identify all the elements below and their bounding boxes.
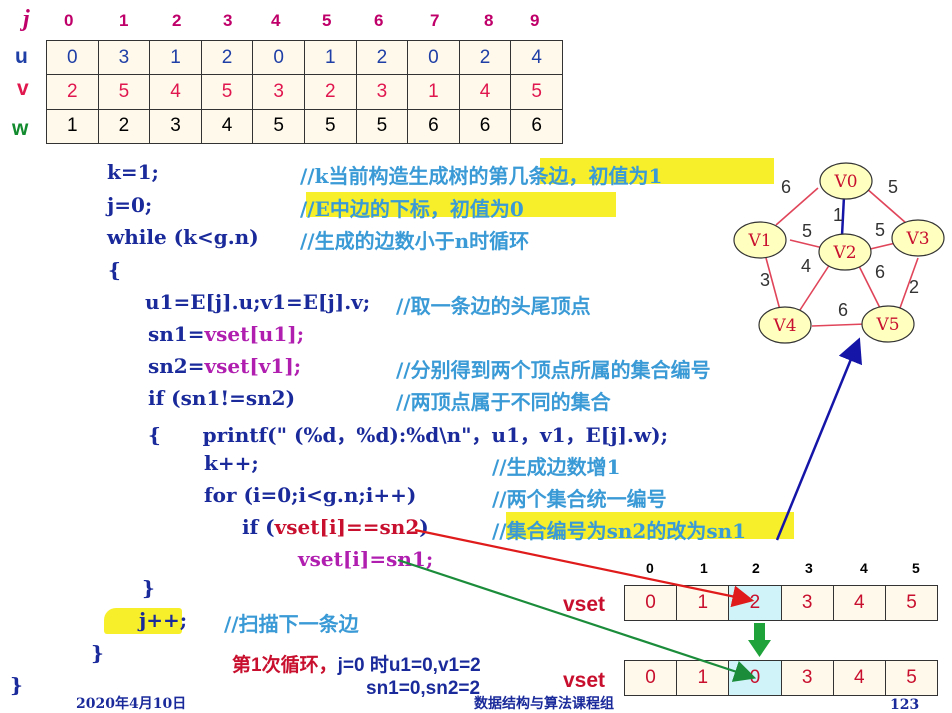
graph-node: V1	[733, 221, 787, 259]
graph-node-label: V1	[747, 231, 771, 251]
edge-v0-v3	[865, 187, 907, 224]
red-arrow	[414, 528, 755, 608]
edge-weight: 1	[833, 205, 843, 225]
graph-node: V0	[819, 162, 873, 200]
edge-weight: 6	[875, 262, 885, 282]
graph-node-label: V5	[875, 315, 899, 335]
edge-weight: 2	[909, 277, 919, 297]
edge-weight: 6	[838, 300, 848, 320]
edge-v1-v2	[789, 239, 824, 249]
edge-weight: 5	[875, 220, 885, 240]
green-arrow	[397, 558, 757, 682]
graph-node: V5	[861, 305, 915, 343]
edge-weight: 6	[781, 177, 791, 197]
graph-node-label: V3	[905, 229, 929, 249]
graph-node-label: V4	[772, 316, 796, 336]
graph-node: V2	[818, 233, 872, 271]
edge-v4-v5	[811, 323, 867, 327]
graph-overlay: V0 V1 V2 V3 V4 V5 6 5 1 5 5 4 6 3 6 2	[397, 162, 945, 682]
blue-arrow	[775, 337, 862, 541]
graph-node: V4	[758, 306, 812, 344]
edge-weight: 5	[888, 177, 898, 197]
down-arrow-icon	[748, 623, 771, 657]
graph-node-label: V0	[833, 172, 857, 192]
edge-weight: 5	[802, 221, 812, 241]
edge-weight: 4	[801, 256, 811, 276]
graph-node: V3	[891, 219, 945, 257]
graph-node-label: V2	[832, 243, 856, 263]
edge-weight: 3	[760, 270, 770, 290]
